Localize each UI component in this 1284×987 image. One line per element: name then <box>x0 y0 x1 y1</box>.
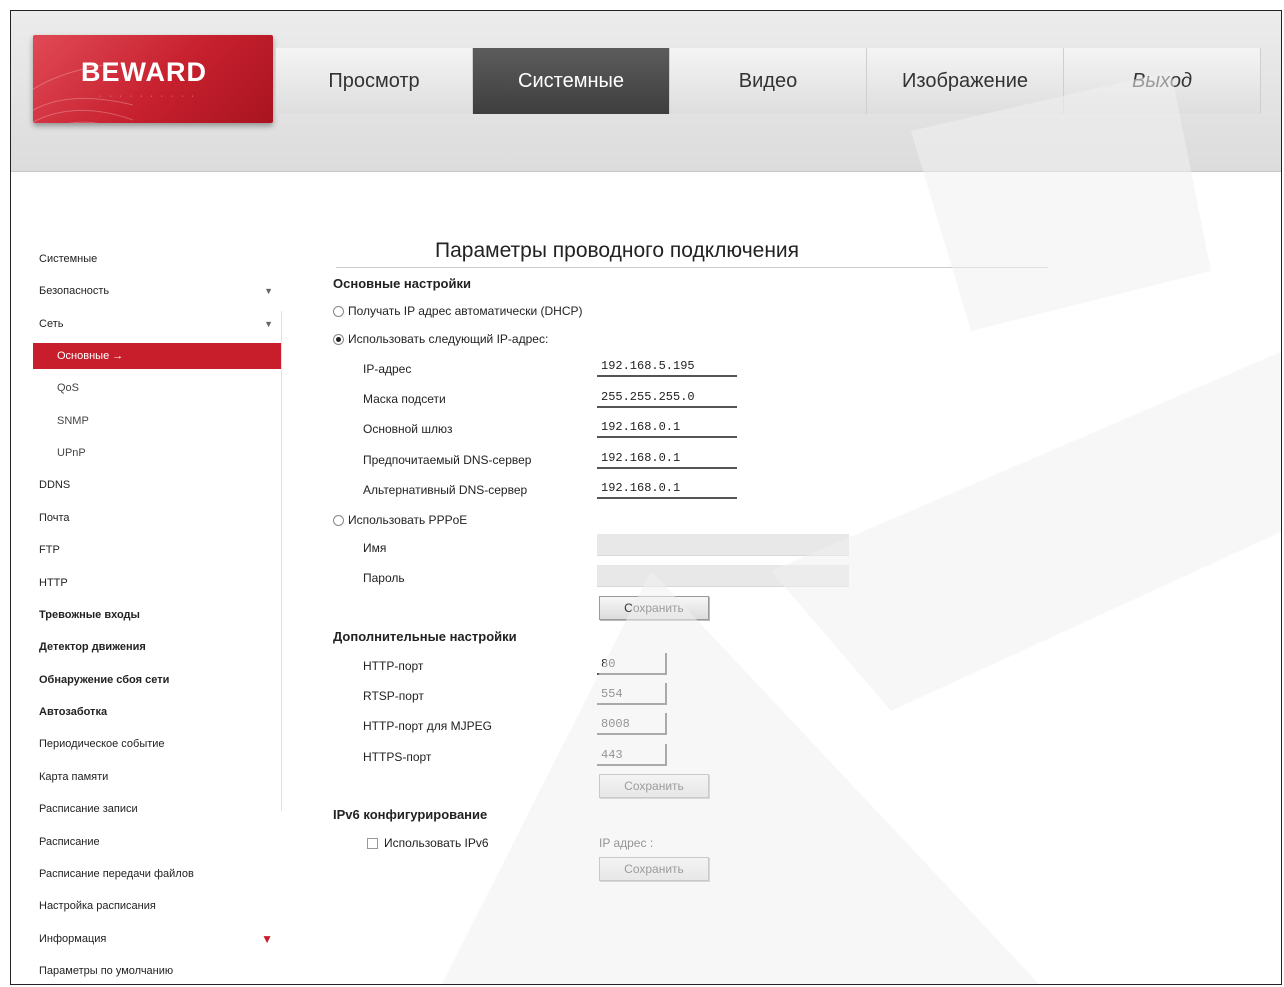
https-port-label: HTTPS-порт <box>363 750 432 764</box>
sidebar-item-info[interactable]: Информация ▼ <box>11 923 281 955</box>
rtsp-port-label: RTSP-порт <box>363 689 424 703</box>
dhcp-option[interactable]: Получать IP адрес автоматически (DHCP) <box>333 304 582 318</box>
chevron-down-icon: ▼ <box>264 286 273 297</box>
sidebar-item-defaults[interactable]: Параметры по умолчанию <box>11 955 281 984</box>
section-basic-heading: Основные настройки <box>333 276 471 291</box>
alternate-dns-input[interactable]: 192.168.0.1 <box>597 477 737 499</box>
sidebar-item-network[interactable]: Сеть ▼ <box>11 308 281 340</box>
sidebar-item-system[interactable]: Системные <box>11 243 281 275</box>
mjpeg-port-input[interactable]: 8008 <box>597 713 667 735</box>
sidebar-item-label: Безопасность <box>39 285 110 298</box>
http-port-label: HTTP-порт <box>363 659 424 673</box>
tab-video[interactable]: Видео <box>670 48 867 114</box>
sidebar-item-motion-detection[interactable]: Детектор движения <box>11 631 281 663</box>
tab-logout[interactable]: Выход <box>1064 48 1261 114</box>
tab-image[interactable]: Изображение <box>867 48 1064 114</box>
pppoe-option[interactable]: Использовать PPPoE <box>333 513 467 527</box>
chevron-down-icon: ▼ <box>264 318 273 329</box>
sidebar-item-mail[interactable]: Почта <box>11 502 281 534</box>
sidebar-item-ddns[interactable]: DDNS <box>11 469 281 501</box>
https-port-input[interactable]: 443 <box>597 744 667 766</box>
brand-name: BEWARD <box>81 57 207 87</box>
section-advanced-heading: Дополнительные настройки <box>333 629 517 644</box>
sidebar-item-basic[interactable]: Основные → <box>33 343 281 370</box>
gateway-input[interactable]: 192.168.0.1 <box>597 416 737 438</box>
sidebar-item-ftp[interactable]: FTP <box>11 534 281 566</box>
main-nav: Просмотр Системные Видео Изображение Вых… <box>276 48 1276 114</box>
sidebar-item-schedule-settings[interactable]: Настройка расписания <box>11 890 281 922</box>
title-divider <box>336 267 1048 268</box>
static-ip-radio[interactable] <box>333 333 344 345</box>
ip-address-label: IP-адрес <box>363 362 412 376</box>
preferred-dns-label: Предпочитаемый DNS-сервер <box>363 453 532 467</box>
sidebar-item-security[interactable]: Безопасность ▼ <box>11 275 281 307</box>
sidebar-divider <box>281 311 282 811</box>
sidebar-item-label: Информация <box>39 932 107 945</box>
pppoe-name-input[interactable] <box>597 534 849 556</box>
preferred-dns-input[interactable]: 192.168.0.1 <box>597 447 737 469</box>
brand-tagline: · · · · · · · · · · <box>99 93 197 100</box>
dhcp-label: Получать IP адрес автоматически (DHCP) <box>348 304 583 318</box>
sidebar-item-label: Сеть <box>39 317 64 330</box>
pppoe-password-label: Пароль <box>363 571 405 585</box>
sidebar-item-qos[interactable]: QoS <box>11 372 281 404</box>
ipv6-ip-label: IP адрес : <box>599 836 654 850</box>
sidebar-item-memory-card[interactable]: Карта памяти <box>11 761 281 793</box>
subnet-mask-label: Маска подсети <box>363 392 446 406</box>
sidebar-item-autostart[interactable]: Автозаботка <box>11 696 281 728</box>
sidebar-item-snmp[interactable]: SNMP <box>11 405 281 437</box>
chevron-down-icon: ▼ <box>261 931 273 946</box>
arrow-right-icon: → <box>112 350 124 363</box>
page-title: Параметры проводного подключения <box>435 239 800 262</box>
save-advanced-button[interactable]: Сохранить <box>599 774 709 798</box>
app-window: BEWARD · · · · · · · · · · Просмотр Сист… <box>10 10 1282 985</box>
section-ipv6-heading: IPv6 конфигурирование <box>333 807 488 822</box>
tab-preview[interactable]: Просмотр <box>276 48 473 114</box>
subnet-mask-input[interactable]: 255.255.255.0 <box>597 386 737 408</box>
ipv6-checkbox[interactable] <box>367 838 378 849</box>
sidebar-item-upnp[interactable]: UPnP <box>11 437 281 469</box>
sidebar-item-schedule[interactable]: Расписание <box>11 826 281 858</box>
save-basic-button[interactable]: Сохранить <box>599 596 709 620</box>
pppoe-label: Использовать PPPoE <box>348 513 468 527</box>
rtsp-port-input[interactable]: 554 <box>597 683 667 705</box>
sidebar: Системные Безопасность ▼ Сеть ▼ Основные →… <box>11 243 281 984</box>
sidebar-item-periodic-event[interactable]: Периодическое событие <box>11 728 281 760</box>
ipv6-use-label: Использовать IPv6 <box>384 836 489 850</box>
alternate-dns-label: Альтернативный DNS-сервер <box>363 483 528 497</box>
sidebar-item-alarm-inputs[interactable]: Тревожные входы <box>11 599 281 631</box>
gateway-label: Основной шлюз <box>363 422 453 436</box>
pppoe-name-label: Имя <box>363 541 387 555</box>
sidebar-item-file-transfer-schedule[interactable]: Расписание передачи файлов <box>11 858 281 890</box>
tab-system[interactable]: Системные <box>473 48 670 114</box>
header: BEWARD · · · · · · · · · · Просмотр Сист… <box>11 11 1281 172</box>
sidebar-item-label: Основные <box>57 350 110 363</box>
static-ip-label: Использовать следующий IP-адрес: <box>348 332 549 346</box>
brand-logo[interactable]: BEWARD · · · · · · · · · · <box>33 35 273 123</box>
dhcp-radio[interactable] <box>333 305 344 317</box>
sidebar-item-network-failure[interactable]: Обнаружение сбоя сети <box>11 664 281 696</box>
ip-address-input[interactable]: 192.168.5.195 <box>597 355 737 377</box>
mjpeg-port-label: HTTP-порт для MJPEG <box>363 719 492 733</box>
http-port-input[interactable]: 80 <box>597 653 667 675</box>
pppoe-password-input[interactable] <box>597 565 849 587</box>
pppoe-radio[interactable] <box>333 514 344 526</box>
static-ip-option[interactable]: Использовать следующий IP-адрес: <box>333 332 548 346</box>
sidebar-item-http[interactable]: HTTP <box>11 567 281 599</box>
save-ipv6-button[interactable]: Сохранить <box>599 857 709 881</box>
sidebar-item-record-schedule[interactable]: Расписание записи <box>11 793 281 825</box>
